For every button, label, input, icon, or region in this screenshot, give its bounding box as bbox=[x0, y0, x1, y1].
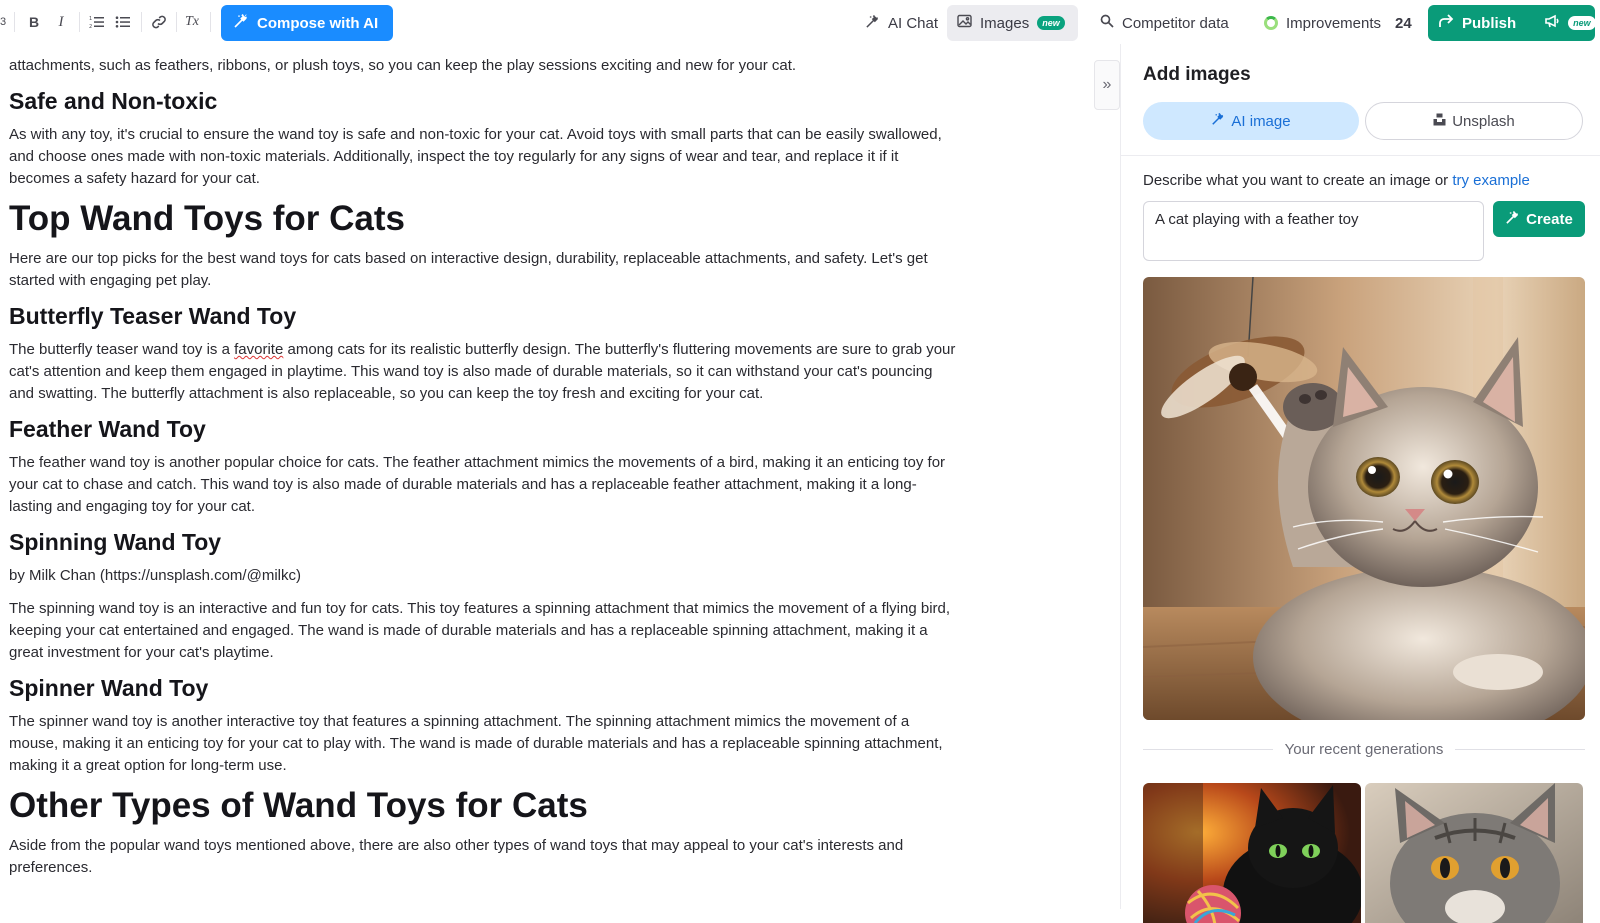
search-icon bbox=[1100, 14, 1114, 32]
link-icon[interactable] bbox=[148, 10, 170, 34]
new-badge: new bbox=[1568, 16, 1596, 30]
tab-unsplash[interactable]: Unsplash bbox=[1365, 102, 1583, 140]
divider-rule bbox=[1143, 748, 1273, 750]
publish-label: Publish bbox=[1462, 14, 1517, 32]
recent-generations-label: Your recent generations bbox=[1284, 740, 1444, 758]
toolbar-divider bbox=[176, 12, 177, 32]
double-chevron-right-icon: » bbox=[1102, 76, 1112, 93]
svg-text:2: 2 bbox=[89, 24, 92, 29]
generated-image[interactable] bbox=[1143, 277, 1585, 720]
progress-ring-icon bbox=[1264, 16, 1278, 30]
prompt-description: Describe what you want to create an imag… bbox=[1143, 172, 1530, 189]
section-heading: Spinning Wand Toy bbox=[9, 529, 222, 555]
clear-format-icon[interactable]: Tx bbox=[181, 10, 203, 34]
magic-wand-icon bbox=[1211, 112, 1225, 130]
paragraph: Here are our top picks for the best wand… bbox=[9, 250, 928, 289]
clipped-text-line bbox=[9, 44, 939, 46]
recent-generations-header: Your recent generations bbox=[1143, 739, 1586, 759]
share-arrow-icon bbox=[1438, 14, 1454, 32]
article-editor[interactable]: attachments, such as feathers, ribbons, … bbox=[0, 44, 1090, 909]
try-example-link[interactable]: try example bbox=[1452, 172, 1530, 189]
improvements-count: 24 bbox=[1395, 14, 1412, 32]
divider-rule bbox=[1455, 748, 1586, 750]
ai-chat-label: AI Chat bbox=[888, 14, 939, 32]
paragraph: As with any toy, it's crucial to ensure … bbox=[9, 126, 942, 187]
section-heading: Feather Wand Toy bbox=[9, 416, 206, 442]
toolbar-divider bbox=[14, 12, 15, 32]
paragraph: The butterfly teaser wand toy is a favor… bbox=[9, 339, 959, 405]
image-credit: by Milk Chan (https://unsplash.com/@milk… bbox=[9, 567, 301, 584]
add-images-panel: Add images AI image Unsplash Describe wh… bbox=[1120, 44, 1600, 923]
paragraph: Aside from the popular wand toys mention… bbox=[9, 837, 904, 876]
competitor-data-tab[interactable]: Competitor data bbox=[1090, 5, 1239, 41]
recent-generation-thumbnail[interactable] bbox=[1143, 783, 1361, 923]
tab-unsplash-label: Unsplash bbox=[1452, 112, 1515, 130]
editor-toolbar: 3 B I 12 Tx Compose with AI AI Chat Imag… bbox=[0, 0, 1600, 44]
images-tab[interactable]: Images new bbox=[947, 5, 1078, 41]
new-badge: new bbox=[1037, 16, 1065, 30]
bold-icon[interactable]: B bbox=[23, 10, 45, 34]
prompt-description-text: Describe what you want to create an imag… bbox=[1143, 172, 1453, 189]
section-title: Top Wand Toys for Cats bbox=[9, 199, 406, 238]
ai-chat-tab[interactable]: AI Chat bbox=[855, 5, 948, 41]
unsplash-icon bbox=[1433, 113, 1446, 130]
tab-ai-image-label: AI image bbox=[1231, 112, 1291, 130]
competitor-data-label: Competitor data bbox=[1122, 14, 1229, 32]
image-prompt-input[interactable] bbox=[1143, 201, 1484, 261]
text-span: The butterfly teaser wand toy is a bbox=[9, 341, 235, 358]
collapse-panel-button[interactable]: » bbox=[1094, 60, 1120, 110]
paragraph: attachments, such as feathers, ribbons, … bbox=[9, 57, 797, 74]
create-label: Create bbox=[1526, 210, 1573, 228]
create-image-button[interactable]: Create bbox=[1493, 201, 1585, 237]
svg-text:1: 1 bbox=[89, 16, 92, 22]
section-title: Other Types of Wand Toys for Cats bbox=[9, 786, 588, 825]
paragraph: The spinner wand toy is another interact… bbox=[9, 713, 943, 774]
magic-wand-icon bbox=[1505, 210, 1520, 229]
compose-with-ai-button[interactable]: Compose with AI bbox=[221, 5, 393, 41]
compose-with-ai-label: Compose with AI bbox=[257, 14, 379, 32]
spelling-error[interactable]: favorite bbox=[234, 341, 283, 358]
toolbar-divider bbox=[141, 12, 142, 32]
toolbar-divider bbox=[79, 12, 80, 32]
improvements-tab[interactable]: Improvements 24 bbox=[1254, 5, 1422, 41]
bullet-list-icon[interactable] bbox=[112, 10, 134, 34]
section-heading: Safe and Non-toxic bbox=[9, 88, 218, 114]
publish-button[interactable]: Publish new bbox=[1428, 5, 1596, 41]
italic-icon[interactable]: I bbox=[50, 10, 72, 34]
images-label: Images bbox=[980, 14, 1030, 32]
improvements-label: Improvements bbox=[1286, 14, 1382, 32]
panel-title: Add images bbox=[1143, 64, 1251, 85]
image-icon bbox=[957, 14, 972, 32]
toolbar-divider bbox=[210, 12, 211, 32]
section-heading: Spinner Wand Toy bbox=[9, 675, 209, 701]
magic-wand-icon bbox=[865, 14, 880, 33]
magic-wand-icon bbox=[233, 13, 249, 33]
panel-divider bbox=[1121, 155, 1600, 156]
heading-level-indicator[interactable]: 3 bbox=[0, 10, 10, 34]
megaphone-icon[interactable] bbox=[1544, 14, 1560, 32]
tab-ai-image[interactable]: AI image bbox=[1143, 102, 1359, 140]
paragraph: The spinning wand toy is an interactive … bbox=[9, 600, 951, 661]
section-heading: Butterfly Teaser Wand Toy bbox=[9, 303, 297, 329]
ordered-list-icon[interactable]: 12 bbox=[86, 10, 108, 34]
recent-generation-thumbnail[interactable] bbox=[1365, 783, 1583, 923]
paragraph: The feather wand toy is another popular … bbox=[9, 454, 946, 515]
